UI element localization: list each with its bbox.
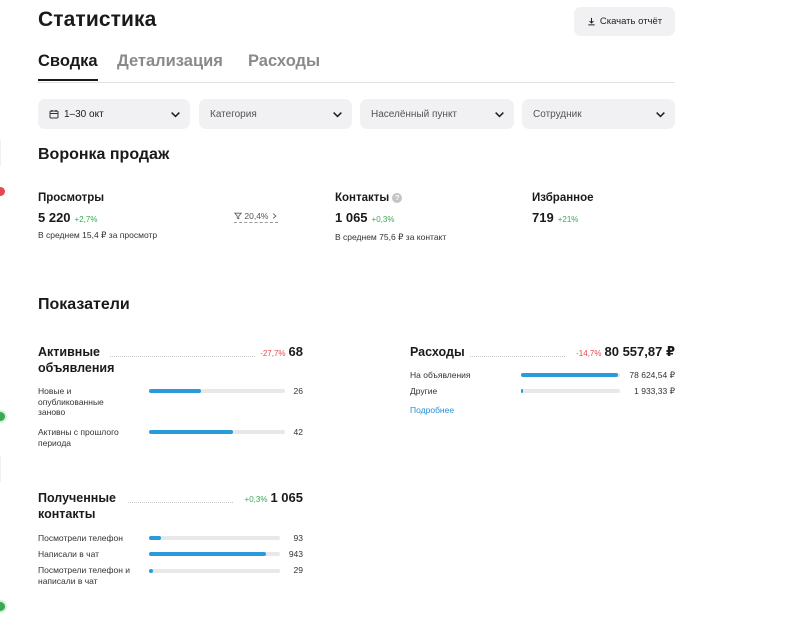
active-ads-row-value: 26 xyxy=(293,386,303,396)
contacts-row-value: 943 xyxy=(288,549,303,559)
edge-red-dot xyxy=(0,187,5,196)
chevron-down-icon xyxy=(333,111,342,118)
chevron-down-icon xyxy=(495,111,504,118)
chevron-down-icon xyxy=(656,111,665,118)
tab-bar: Сводка Детализация Расходы xyxy=(38,52,675,83)
employee-filter[interactable]: Сотрудник xyxy=(522,99,675,129)
received-contacts-title: Полученные контакты xyxy=(38,491,116,521)
conversion-value: 20,4% xyxy=(244,211,269,221)
active-ads-row-label: Активны с прошлого периода xyxy=(38,427,119,448)
expenses-delta: -14,7% xyxy=(576,349,602,358)
tab-expenses[interactable]: Расходы xyxy=(248,52,320,79)
download-report-label: Скачать отчёт xyxy=(599,16,663,27)
calendar-icon xyxy=(49,110,59,119)
contacts-bar-fill xyxy=(149,569,153,573)
views-label: Просмотры xyxy=(38,192,105,204)
expenses-row-value: 1 933,33 ₽ xyxy=(634,386,675,396)
favorites-delta: +21% xyxy=(557,215,579,224)
expenses-total: -14,7% 80 557,87 ₽ xyxy=(540,344,675,360)
views-note: В среднем 15,4 ₽ за просмотр xyxy=(38,230,158,240)
contacts-bar-fill xyxy=(149,536,161,540)
favorites-value: 719 +21% xyxy=(532,210,578,225)
category-filter-placeholder: Категория xyxy=(210,108,257,120)
active-ads-delta: -27,7% xyxy=(260,349,286,358)
page-title: Статистика xyxy=(38,8,157,31)
contacts-row-value: 93 xyxy=(293,533,303,543)
expenses-row-label: На объявления xyxy=(410,370,471,380)
received-contacts-total: +0,3% 1 065 xyxy=(215,490,303,505)
date-filter-value: 1–30 окт xyxy=(64,108,104,120)
active-ads-total: -27,7% 68 xyxy=(225,344,303,359)
contacts-value: 1 065 +0,3% xyxy=(335,210,394,225)
active-ads-row-value: 42 xyxy=(293,427,303,437)
contacts-row-label: Посмотрели телефон и написали в чат xyxy=(38,565,131,586)
location-filter-placeholder: Населённый пункт xyxy=(371,108,458,120)
contacts-label-text: Контакты xyxy=(335,192,390,204)
received-contacts-delta: +0,3% xyxy=(244,495,268,504)
date-filter[interactable]: 1–30 окт xyxy=(38,99,190,129)
edge-green-dot xyxy=(0,602,5,611)
contacts-bar-fill xyxy=(149,552,266,556)
active-ads-bar-fill xyxy=(149,389,201,393)
location-filter[interactable]: Населённый пункт xyxy=(360,99,514,129)
indicators-title: Показатели xyxy=(38,296,130,313)
category-filter[interactable]: Категория xyxy=(199,99,352,129)
edge-green-dot xyxy=(0,412,5,421)
expenses-row-label: Другие xyxy=(410,386,438,396)
conversion-link[interactable]: 20,4% xyxy=(233,211,278,223)
tab-summary[interactable]: Сводка xyxy=(38,52,98,81)
favorites-number: 719 xyxy=(532,210,554,225)
tab-details[interactable]: Детализация xyxy=(117,52,223,79)
views-number: 5 220 xyxy=(38,210,71,225)
download-report-button[interactable]: Скачать отчёт xyxy=(574,7,675,36)
favorites-label: Избранное xyxy=(532,192,594,204)
contacts-row-value: 29 xyxy=(293,565,303,575)
active-ads-title: Активные объявления xyxy=(38,345,115,375)
active-ads-row-label: Новые и опубликованные заново xyxy=(38,386,104,417)
expenses-bar-fill xyxy=(521,389,524,393)
funnel-filter-icon xyxy=(233,212,243,220)
contacts-note: В среднем 75,6 ₽ за контакт xyxy=(335,232,447,242)
contacts-row-label: Посмотрели телефон xyxy=(38,533,123,543)
chevron-right-icon xyxy=(272,213,277,219)
active-ads-total-value: 68 xyxy=(288,344,303,359)
employee-filter-placeholder: Сотрудник xyxy=(533,108,582,120)
contacts-label: Контакты? xyxy=(335,192,403,204)
more-details-link[interactable]: Подробнее xyxy=(410,405,454,415)
contacts-row-label: Написали в чат xyxy=(38,549,100,559)
help-icon[interactable]: ? xyxy=(392,193,403,203)
received-contacts-total-value: 1 065 xyxy=(270,490,303,505)
download-icon xyxy=(588,17,595,26)
views-value: 5 220 +2,7% xyxy=(38,210,97,225)
contacts-number: 1 065 xyxy=(335,210,368,225)
edge-fragment xyxy=(0,456,1,482)
contacts-delta: +0,3% xyxy=(371,215,395,224)
expenses-row-value: 78 624,54 ₽ xyxy=(629,370,675,380)
views-delta: +2,7% xyxy=(74,215,98,224)
active-ads-bar-fill xyxy=(149,430,234,434)
edge-fragment xyxy=(0,140,1,166)
chevron-down-icon xyxy=(171,111,180,118)
funnel-title: Воронка продаж xyxy=(38,146,170,163)
expenses-title: Расходы xyxy=(410,345,465,359)
expenses-total-value: 80 557,87 ₽ xyxy=(604,344,676,359)
